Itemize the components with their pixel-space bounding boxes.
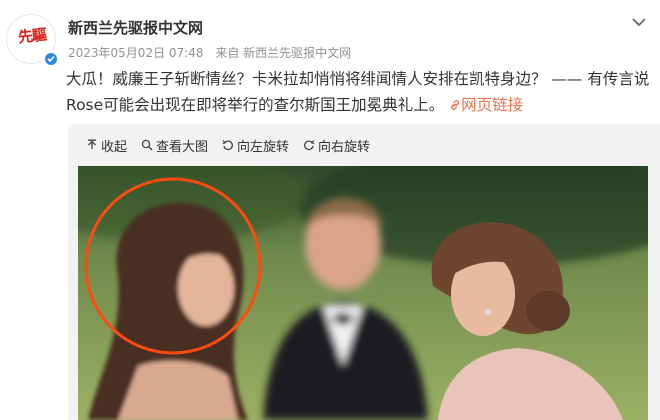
web-link[interactable]: 网页链接 xyxy=(449,96,523,114)
post-body: 大瓜！威廉王子斩断情丝？卡米拉却悄悄将绯闻情人安排在凯特身边？ —— 有传言说R… xyxy=(66,66,651,118)
rotate-left-icon xyxy=(222,140,233,151)
media-toolbar: 收起 查看大图 向左旋转 向右旋转 xyxy=(86,136,384,155)
collapse-label: 收起 xyxy=(101,139,128,155)
rotate-left-button[interactable]: 向左旋转 xyxy=(222,136,289,155)
view-large-label: 查看大图 xyxy=(156,139,209,155)
rotate-right-label: 向右旋转 xyxy=(318,139,371,155)
author-name[interactable]: 新西兰先驱报中文网 xyxy=(68,17,203,38)
rotate-left-label: 向左旋转 xyxy=(237,139,290,155)
post-text: 大瓜！威廉王子斩断情丝？卡米拉却悄悄将绯闻情人安排在凯特身边？ —— 有传言说R… xyxy=(66,70,650,114)
author-avatar[interactable]: 先驅 xyxy=(6,14,59,67)
chevron-down-icon[interactable] xyxy=(630,14,648,28)
post-source: 来自 新西兰先驱报中文网 xyxy=(215,46,352,60)
collapse-button[interactable]: 收起 xyxy=(86,136,127,155)
avatar-logo-text: 先驅 xyxy=(17,25,47,47)
link-icon xyxy=(451,100,460,110)
post-meta: 2023年05月02日 07:48 来自 新西兰先驱报中文网 xyxy=(68,44,359,61)
post-photo[interactable] xyxy=(78,166,648,420)
post-timestamp[interactable]: 2023年05月02日 07:48 xyxy=(68,46,203,60)
view-large-button[interactable]: 查看大图 xyxy=(141,136,208,155)
web-link-label: 网页链接 xyxy=(461,96,524,114)
search-icon xyxy=(141,139,153,151)
photo-illustration xyxy=(78,166,648,420)
verified-badge-icon xyxy=(43,51,59,67)
rotate-right-button[interactable]: 向右旋转 xyxy=(303,136,370,155)
media-viewer: 收起 查看大图 向左旋转 向右旋转 xyxy=(68,124,660,420)
rotate-right-icon xyxy=(304,140,315,151)
collapse-icon xyxy=(88,139,96,149)
